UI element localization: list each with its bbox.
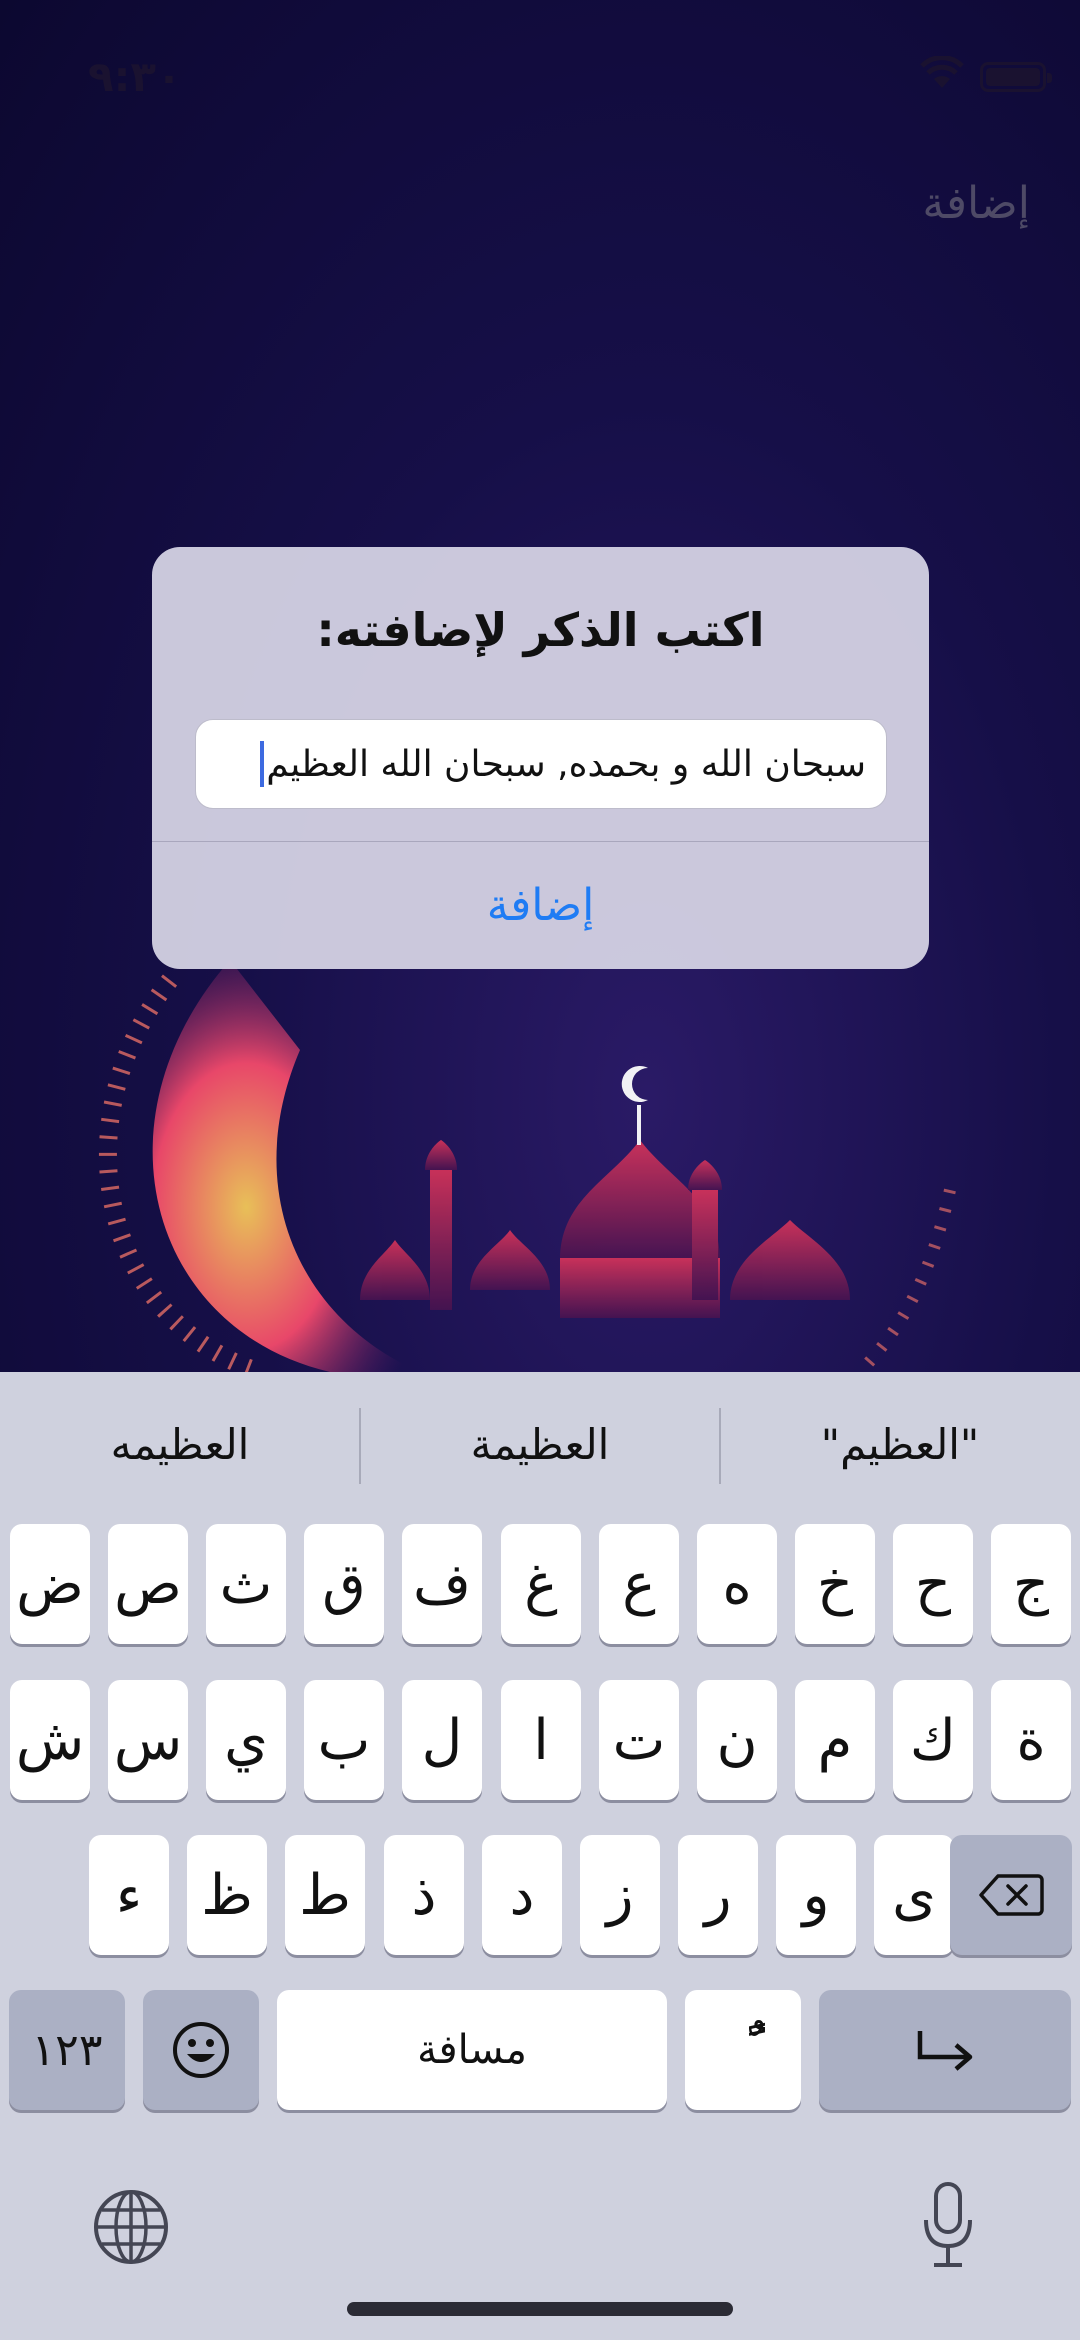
letter-key[interactable]: ق [304, 1524, 384, 1644]
battery-icon [980, 62, 1052, 92]
letter-key[interactable]: غ [501, 1524, 581, 1644]
suggestion-item[interactable]: العظيمه [0, 1372, 360, 1517]
letter-key[interactable]: ب [304, 1680, 384, 1800]
dhikr-text-input[interactable]: سبحان الله و بحمده, سبحان الله العظيم [195, 719, 887, 809]
letter-key[interactable]: ت [599, 1680, 679, 1800]
letter-key[interactable]: ع [599, 1524, 679, 1644]
alert-title: اكتب الذكر لإضافته: [316, 603, 765, 657]
letter-key[interactable]: ط [285, 1835, 365, 1955]
suggestion-bar: "العظيم" العظيمة العظيمه [0, 1372, 1080, 1517]
letter-key[interactable]: ى [874, 1835, 954, 1955]
letter-key[interactable]: ن [697, 1680, 777, 1800]
letter-key[interactable]: ص [108, 1524, 188, 1644]
letter-key[interactable]: خ [795, 1524, 875, 1644]
suggestion-item[interactable]: العظيمة [360, 1372, 720, 1517]
tanween-key[interactable]: ًٌ [685, 1990, 801, 2110]
return-key[interactable] [819, 1990, 1071, 2110]
emoji-icon [173, 2022, 229, 2078]
text-caret [260, 741, 265, 787]
letter-key[interactable]: م [795, 1680, 875, 1800]
home-indicator [347, 2302, 733, 2316]
letter-key[interactable]: ز [580, 1835, 660, 1955]
alert-add-button[interactable]: إضافة [152, 842, 929, 969]
letter-key[interactable]: س [108, 1680, 188, 1800]
add-dhikr-alert: اكتب الذكر لإضافته: سبحان الله و بحمده, … [152, 547, 929, 969]
letter-key[interactable]: ل [402, 1680, 482, 1800]
backspace-key[interactable] [950, 1835, 1072, 1955]
letter-key[interactable]: د [482, 1835, 562, 1955]
nav-add-button[interactable]: إضافة [922, 178, 1030, 229]
return-arrow-icon [917, 2031, 973, 2071]
letter-key[interactable]: ء [89, 1835, 169, 1955]
letter-key[interactable]: ض [10, 1524, 90, 1644]
letter-key[interactable]: ث [206, 1524, 286, 1644]
letter-key[interactable]: ظ [187, 1835, 267, 1955]
letter-key[interactable]: و [776, 1835, 856, 1955]
letter-key[interactable]: ف [402, 1524, 482, 1644]
letter-key[interactable]: ي [206, 1680, 286, 1800]
letter-key[interactable]: ج [991, 1524, 1071, 1644]
emoji-key[interactable] [143, 1990, 259, 2110]
letter-key[interactable]: ش [10, 1680, 90, 1800]
microphone-icon[interactable] [918, 2180, 978, 2270]
screen: ٩:٣٠ إضافة اكتب الذكر لإضافته: سبحان الل… [0, 0, 1080, 2340]
letter-key[interactable]: ح [893, 1524, 973, 1644]
letter-key[interactable]: ذ [384, 1835, 464, 1955]
numbers-key[interactable]: ١٢٣ [9, 1990, 125, 2110]
letter-key[interactable]: ة [991, 1680, 1071, 1800]
letter-key[interactable]: ا [501, 1680, 581, 1800]
wifi-icon [920, 56, 964, 88]
status-time: ٩:٣٠ [88, 52, 182, 101]
arabic-keyboard: "العظيم" العظيمة العظيمه جحخهعغفقثصض ةكمن… [0, 1372, 1080, 2340]
letter-key[interactable]: ك [893, 1680, 973, 1800]
globe-icon[interactable] [92, 2188, 170, 2266]
dhikr-input-value: سبحان الله و بحمده, سبحان الله العظيم [266, 743, 866, 785]
suggestion-item[interactable]: "العظيم" [720, 1372, 1080, 1517]
space-key[interactable]: مسافة [277, 1990, 667, 2110]
letter-key[interactable]: ه [697, 1524, 777, 1644]
backspace-icon [979, 1874, 1044, 1916]
letter-key[interactable]: ر [678, 1835, 758, 1955]
